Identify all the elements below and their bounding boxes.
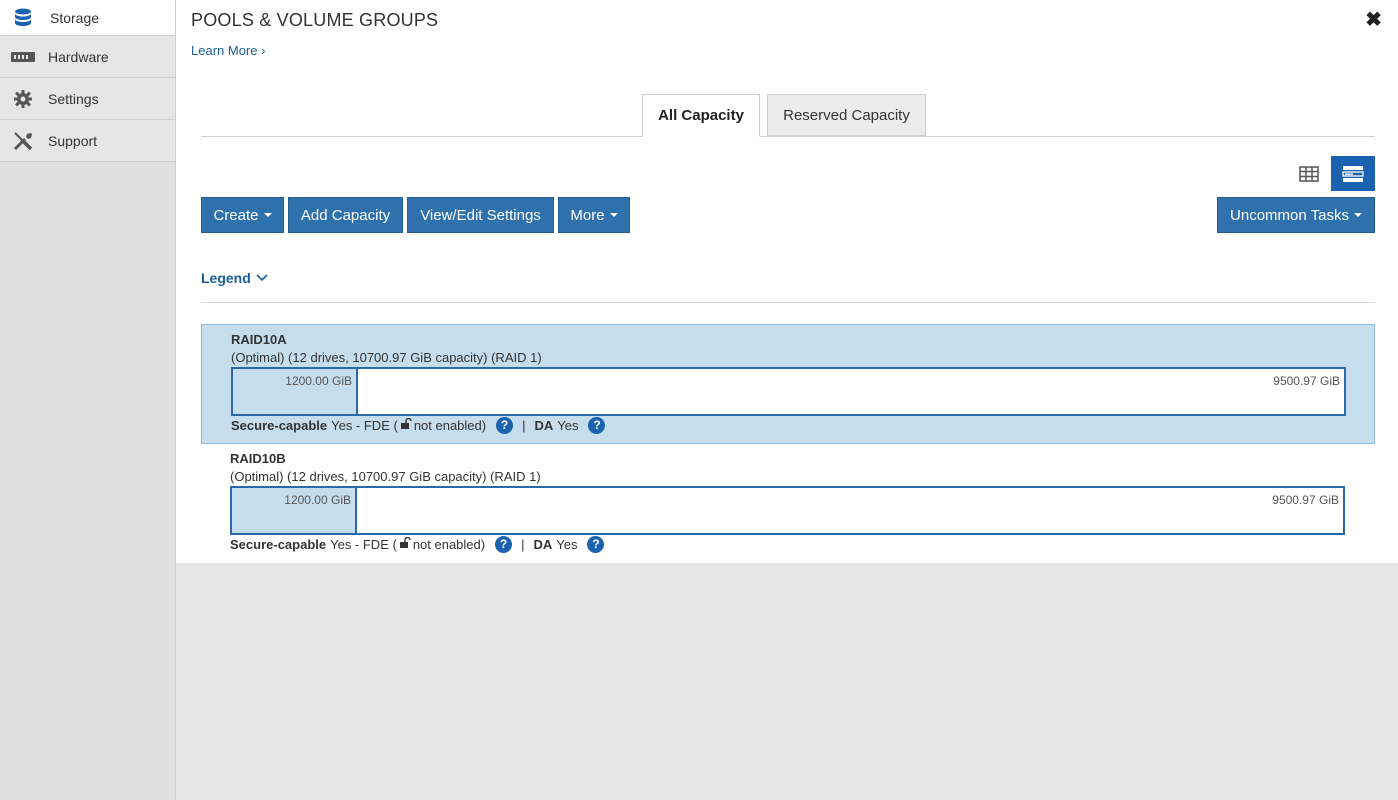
pool-security-info: Secure-capable Yes - FDE ( not enabled) … bbox=[230, 534, 605, 554]
chevron-down-icon bbox=[256, 274, 268, 282]
close-icon[interactable]: ✖ bbox=[1365, 10, 1382, 30]
pool-name: RAID10B bbox=[230, 451, 286, 466]
create-button[interactable]: Create bbox=[201, 197, 284, 233]
help-icon[interactable]: ? bbox=[496, 416, 514, 434]
capacity-bar: 1200.00 GiB 9500.97 GiB bbox=[231, 367, 1346, 416]
sidebar-item-settings[interactable]: Settings bbox=[0, 78, 175, 120]
sidebar-item-label: Storage bbox=[50, 9, 100, 26]
help-icon[interactable]: ? bbox=[588, 416, 606, 434]
tab-all-capacity[interactable]: All Capacity bbox=[642, 94, 760, 137]
secure-capable-value: Yes - FDE ( bbox=[331, 417, 398, 433]
unlock-icon bbox=[400, 417, 412, 433]
pool-status: (Optimal) (12 drives, 10700.97 GiB capac… bbox=[230, 469, 541, 484]
capacity-free: 9500.97 GiB bbox=[1273, 374, 1340, 388]
help-icon[interactable]: ? bbox=[587, 535, 605, 553]
secure-capable-label: Secure-capable bbox=[230, 536, 327, 552]
da-value: Yes bbox=[556, 536, 578, 552]
capacity-bar: 1200.00 GiB 9500.97 GiB bbox=[230, 486, 1345, 535]
secure-capable-value: Yes - FDE ( bbox=[330, 536, 397, 552]
tools-icon bbox=[10, 131, 36, 151]
tabs-divider bbox=[201, 136, 1375, 137]
learn-more-link[interactable]: Learn More › bbox=[191, 43, 265, 58]
gear-icon bbox=[10, 89, 36, 109]
more-button[interactable]: More bbox=[558, 197, 630, 233]
pool-card-raid10b[interactable]: RAID10B (Optimal) (12 drives, 10700.97 G… bbox=[201, 444, 1375, 564]
sidebar-item-hardware[interactable]: Hardware bbox=[0, 36, 175, 78]
sidebar: Storage Hardware Settings Support bbox=[0, 0, 176, 800]
add-capacity-button[interactable]: Add Capacity bbox=[288, 197, 403, 233]
main-panel: POOLS & VOLUME GROUPS Learn More › ✖ All… bbox=[176, 0, 1398, 563]
tab-reserved-capacity[interactable]: Reserved Capacity bbox=[767, 94, 926, 136]
pool-name: RAID10A bbox=[231, 332, 287, 347]
secure-capable-label: Secure-capable bbox=[231, 417, 328, 433]
da-label: DA bbox=[534, 417, 554, 433]
capacity-free: 9500.97 GiB bbox=[1272, 493, 1339, 507]
card-view-icon[interactable] bbox=[1331, 156, 1375, 191]
sidebar-item-label: Settings bbox=[48, 90, 99, 107]
sidebar-item-label: Hardware bbox=[48, 48, 109, 65]
unlock-icon bbox=[399, 536, 411, 552]
view-edit-settings-button[interactable]: View/Edit Settings bbox=[407, 197, 554, 233]
pool-security-info: Secure-capable Yes - FDE ( not enabled) … bbox=[231, 415, 606, 435]
table-view-icon[interactable] bbox=[1287, 156, 1331, 191]
capacity-used: 1200.00 GiB bbox=[232, 488, 357, 533]
sidebar-item-storage[interactable]: Storage bbox=[0, 0, 175, 36]
legend-toggle[interactable]: Legend bbox=[201, 270, 269, 286]
pool-status: (Optimal) (12 drives, 10700.97 GiB capac… bbox=[231, 350, 542, 365]
pool-card-raid10a[interactable]: RAID10A (Optimal) (12 drives, 10700.97 G… bbox=[201, 324, 1375, 444]
capacity-used: 1200.00 GiB bbox=[233, 369, 358, 414]
sidebar-item-support[interactable]: Support bbox=[0, 120, 175, 162]
page-title: POOLS & VOLUME GROUPS bbox=[191, 10, 439, 30]
sidebar-item-label: Support bbox=[48, 132, 98, 149]
help-icon[interactable]: ? bbox=[495, 535, 513, 553]
secure-capable-tail: not enabled) bbox=[413, 417, 487, 433]
database-icon bbox=[10, 8, 36, 28]
server-icon bbox=[10, 47, 36, 67]
da-label: DA bbox=[533, 536, 553, 552]
legend-divider bbox=[201, 302, 1375, 303]
da-value: Yes bbox=[557, 417, 579, 433]
secure-capable-tail: not enabled) bbox=[412, 536, 486, 552]
uncommon-tasks-button[interactable]: Uncommon Tasks bbox=[1217, 197, 1375, 233]
